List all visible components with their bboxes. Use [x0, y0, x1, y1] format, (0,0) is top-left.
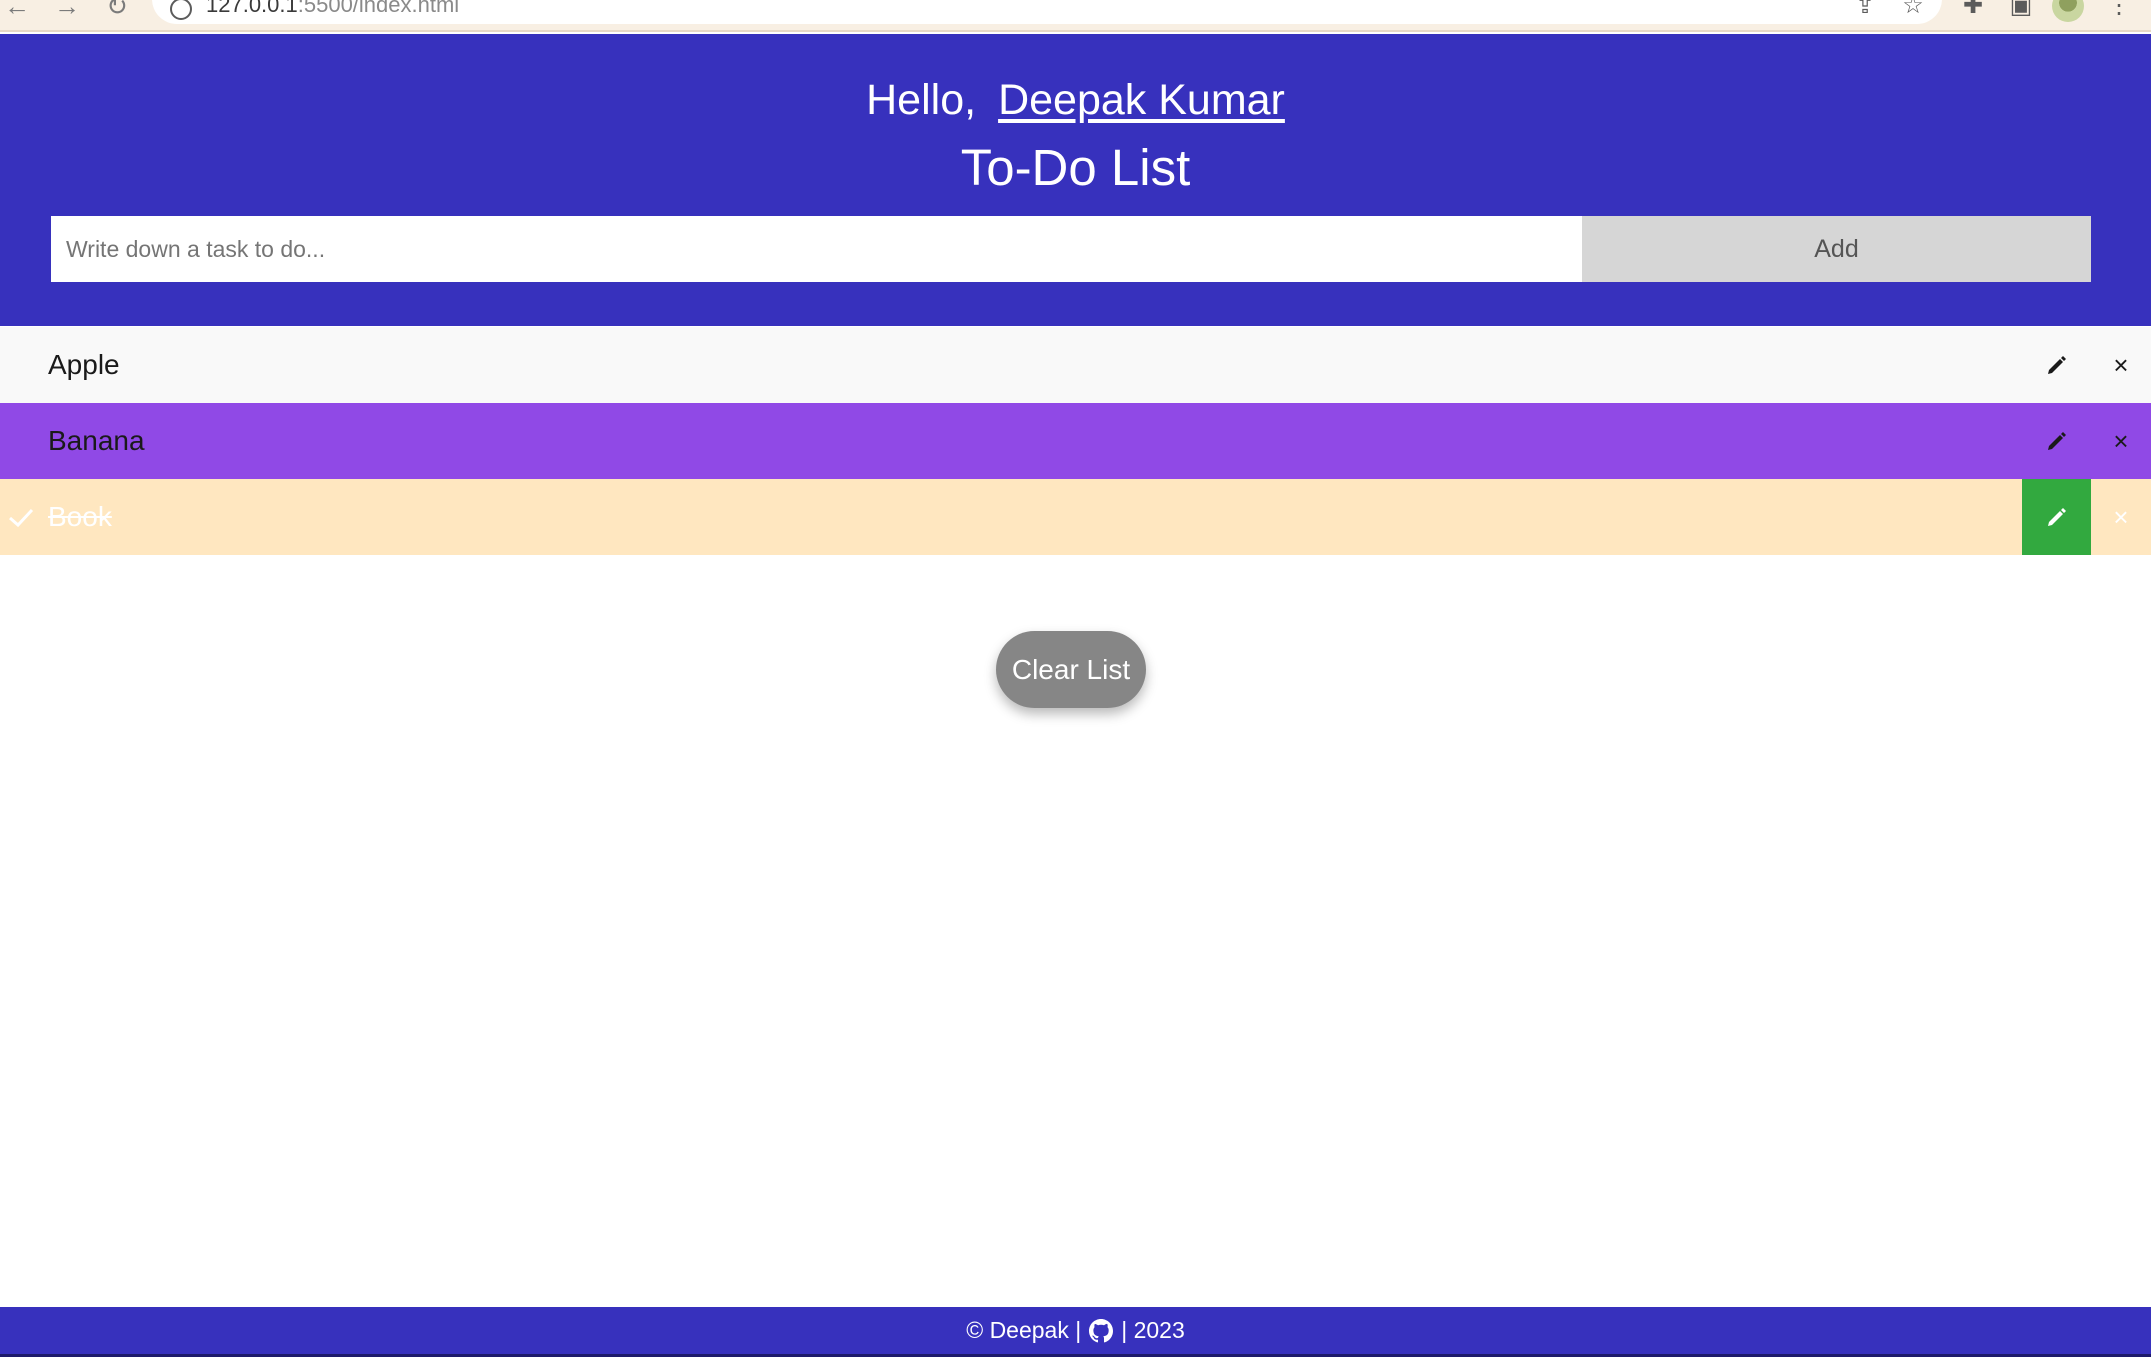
forward-icon[interactable]: → [52, 0, 82, 19]
reload-icon[interactable]: ↻ [102, 0, 132, 19]
back-icon[interactable]: ← [2, 0, 32, 19]
extensions-icon[interactable]: ✚ [1958, 0, 1988, 18]
task-item-completed[interactable]: Book × [0, 479, 2151, 555]
address-bar[interactable]: 127.0.0.1:5500/index.html [152, 0, 1942, 24]
menu-icon[interactable]: ⋮ [2104, 0, 2134, 18]
footer-copyright: © Deepak | [966, 1317, 1082, 1343]
app-header: Hello, Deepak Kumar To-Do List Add [0, 34, 2151, 326]
pencil-icon [2047, 432, 2066, 450]
url-path: :5500/index.html [297, 0, 460, 17]
greeting: Hello, Deepak Kumar [0, 76, 2151, 125]
delete-button[interactable]: × [2091, 403, 2151, 479]
task-input[interactable] [51, 216, 1582, 282]
edit-button[interactable] [2022, 479, 2091, 555]
edit-button[interactable] [2022, 403, 2091, 479]
task-text[interactable]: Apple [48, 327, 120, 403]
close-icon: × [2113, 349, 2129, 380]
sidepanel-icon[interactable]: ▣ [2006, 0, 2036, 18]
star-icon[interactable]: ☆ [1898, 0, 1928, 18]
user-name-link[interactable]: Deepak Kumar [998, 76, 1285, 124]
footer: © Deepak | | 2023 [0, 1307, 2151, 1357]
browser-toolbar: ← → ↻ 127.0.0.1:5500/index.html ⇪ ☆ ✚ ▣ … [0, 0, 2151, 32]
add-button[interactable]: Add [1582, 216, 2091, 282]
task-list: Apple × Banana × Book × [0, 327, 2151, 555]
check-icon [9, 508, 34, 528]
pencil-icon [2047, 508, 2066, 526]
footer-year: | 2023 [1121, 1317, 1185, 1343]
task-text[interactable]: Book [48, 479, 112, 555]
task-item[interactable]: Apple × [0, 327, 2151, 403]
clear-list-button[interactable]: Clear List [996, 631, 1146, 708]
task-text[interactable]: Banana [48, 403, 145, 479]
greeting-text: Hello, [866, 76, 977, 124]
url-host: 127.0.0.1 [206, 0, 298, 17]
share-icon[interactable]: ⇪ [1850, 0, 1880, 18]
close-icon: × [2113, 425, 2129, 456]
delete-button[interactable]: × [2091, 479, 2151, 555]
github-icon[interactable] [1089, 1318, 1114, 1343]
profile-avatar[interactable] [2052, 0, 2084, 22]
pencil-icon [2047, 356, 2066, 374]
page-title: To-Do List [960, 139, 1191, 196]
address-url[interactable]: 127.0.0.1:5500/index.html [206, 0, 459, 18]
close-icon: × [2113, 501, 2129, 532]
task-item[interactable]: Banana × [0, 403, 2151, 479]
info-icon[interactable] [170, 0, 192, 20]
delete-button[interactable]: × [2091, 327, 2151, 403]
edit-button[interactable] [2022, 327, 2091, 403]
